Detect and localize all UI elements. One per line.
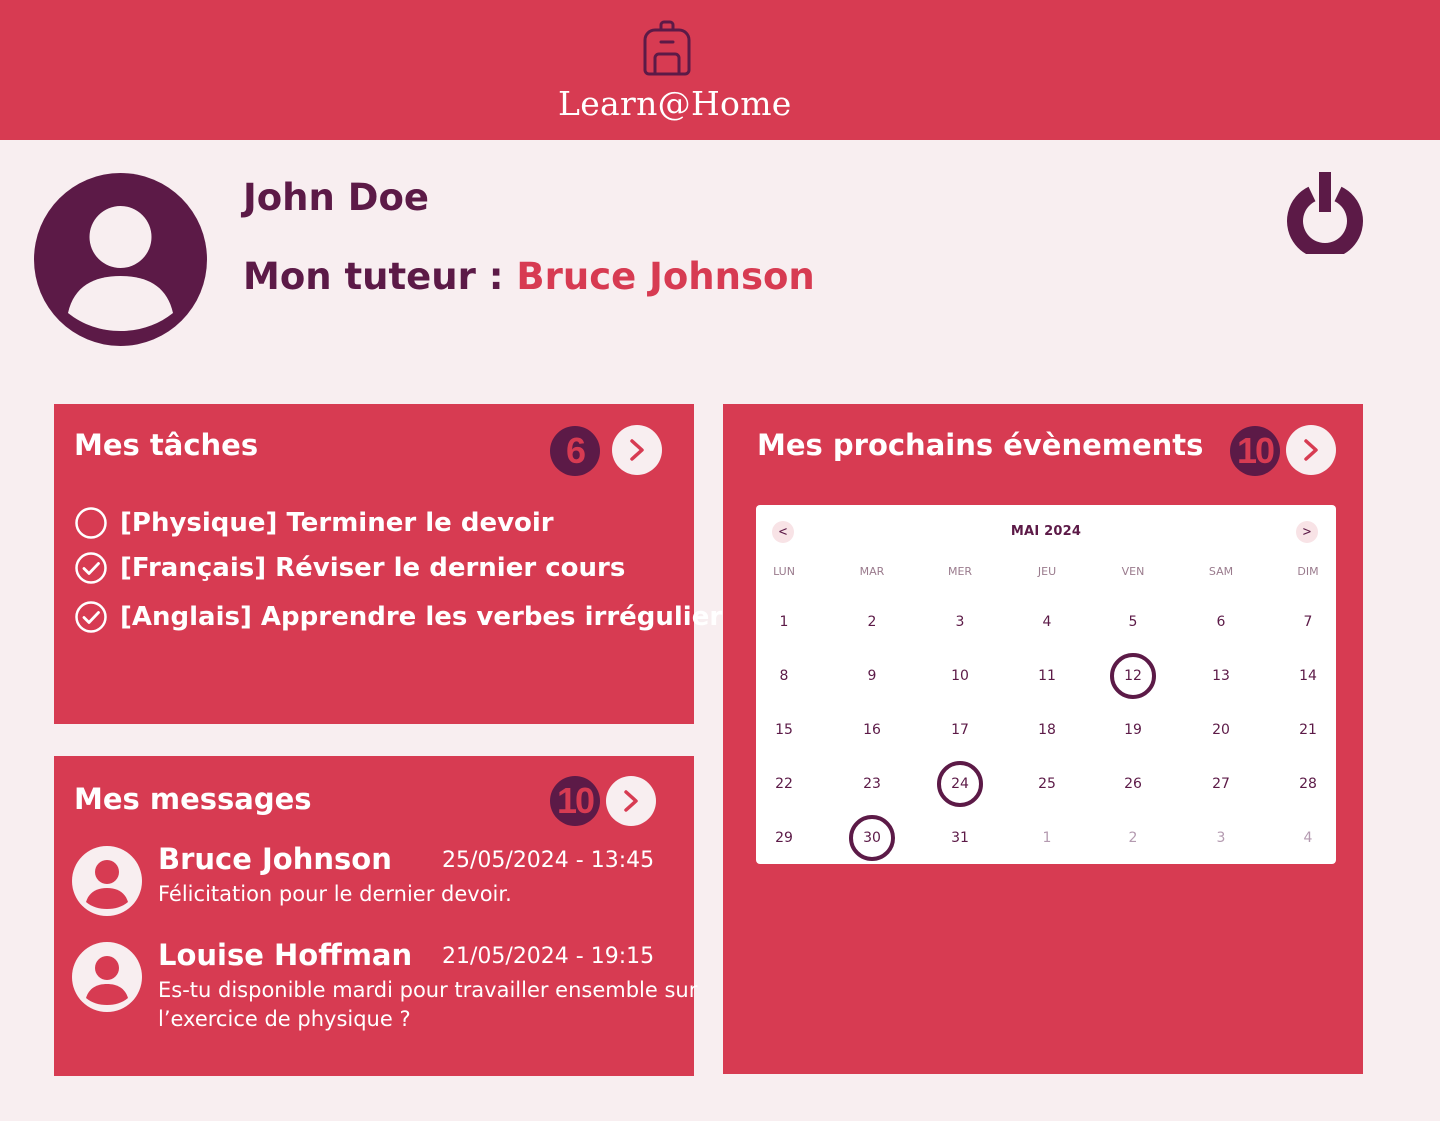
tutor-line: Mon tuteur : Bruce Johnson [243, 255, 815, 298]
events-open-button[interactable] [1286, 425, 1336, 475]
calendar-day[interactable]: 6 [1198, 599, 1244, 645]
calendar-day[interactable]: 23 [849, 761, 895, 807]
task-item: [Physique] Terminer le devoir [74, 503, 554, 543]
calendar-weekday-label: MER [947, 565, 973, 578]
calendar-day[interactable]: 4 [1024, 599, 1070, 645]
calendar-weekday-label: VEN [1121, 565, 1145, 578]
user-avatar-icon [72, 942, 142, 1012]
task-label: [Anglais] Apprendre les verbes irrégulie… [120, 602, 738, 632]
calendar-day[interactable]: 7 [1285, 599, 1331, 645]
events-title: Mes prochains évènements [757, 428, 1204, 462]
message-item[interactable]: Louise Hoffman 21/05/2024 - 19:15 Es-tu … [72, 938, 697, 1042]
task-label: [Français] Réviser le dernier cours [120, 553, 626, 583]
checked-circle-icon[interactable] [74, 600, 108, 634]
tasks-title: Mes tâches [74, 428, 259, 462]
calendar-day[interactable]: 22 [761, 761, 807, 807]
calendar-weekday-label: MAR [859, 565, 885, 578]
calendar-day[interactable]: 3 [937, 599, 983, 645]
message-preview: Félicitation pour le dernier devoir. [158, 882, 512, 906]
messages-open-button[interactable] [606, 776, 656, 826]
tasks-card: Mes tâches 6 [Physique] Terminer le devo… [54, 404, 738, 724]
calendar-day[interactable]: 26 [1110, 761, 1156, 807]
task-item: [Français] Réviser le dernier cours [74, 548, 625, 588]
calendar-weekday-label: DIM [1297, 565, 1319, 578]
calendar-weekday-label: SAM [1208, 565, 1234, 578]
events-count-badge: 10 [1230, 426, 1280, 476]
calendar-day[interactable]: 19 [1110, 707, 1156, 753]
chevron-right-icon [630, 439, 644, 461]
calendar-day[interactable]: 1 [761, 599, 807, 645]
message-preview: Es-tu disponible mardi pour travailler e… [158, 978, 698, 1031]
tutor-label: Mon tuteur : [243, 255, 517, 298]
calendar-day[interactable]: 2 [1110, 815, 1156, 861]
calendar-day[interactable]: 8 [761, 653, 807, 699]
app-header: Learn@Home [0, 0, 1440, 140]
calendar-day[interactable]: 20 [1198, 707, 1244, 753]
calendar-event-day[interactable]: 30 [849, 815, 895, 861]
tasks-count-badge: 6 [550, 426, 600, 476]
user-name: John Doe [243, 176, 429, 219]
task-label: [Physique] Terminer le devoir [120, 508, 554, 538]
chevron-right-icon [1304, 439, 1318, 461]
message-date: 25/05/2024 - 13:45 [442, 848, 655, 873]
message-item[interactable]: Bruce Johnson 25/05/2024 - 13:45 Félicit… [72, 842, 692, 926]
messages-count-badge: 10 [550, 776, 600, 826]
calendar-day[interactable]: 13 [1198, 653, 1244, 699]
checked-circle-icon[interactable] [74, 551, 108, 585]
calendar-event-day[interactable]: 24 [937, 761, 983, 807]
calendar-day[interactable]: 31 [937, 815, 983, 861]
message-sender: Louise Hoffman [158, 938, 413, 972]
calendar-day[interactable]: 18 [1024, 707, 1070, 753]
calendar-month-label: MAI 2024 [1010, 524, 1082, 539]
calendar-day[interactable]: 27 [1198, 761, 1244, 807]
calendar-day[interactable]: 15 [761, 707, 807, 753]
calendar-next-button[interactable]: > [1296, 521, 1318, 543]
calendar-day[interactable]: 3 [1198, 815, 1244, 861]
calendar-day[interactable]: 2 [849, 599, 895, 645]
calendar-day[interactable]: 21 [1285, 707, 1331, 753]
power-icon[interactable] [1286, 172, 1364, 254]
calendar-day[interactable]: 4 [1285, 815, 1331, 861]
backpack-icon [643, 20, 691, 76]
calendar-day[interactable]: 25 [1024, 761, 1070, 807]
message-date: 21/05/2024 - 19:15 [442, 944, 655, 969]
messages-title: Mes messages [74, 782, 312, 816]
calendar-day[interactable]: 16 [849, 707, 895, 753]
calendar-day[interactable]: 14 [1285, 653, 1331, 699]
calendar-day[interactable]: 11 [1024, 653, 1070, 699]
calendar-day[interactable]: 28 [1285, 761, 1331, 807]
calendar-day[interactable]: 29 [761, 815, 807, 861]
tutor-name[interactable]: Bruce Johnson [516, 255, 814, 298]
calendar-day[interactable]: 1 [1024, 815, 1070, 861]
task-item: [Anglais] Apprendre les verbes irrégulie… [74, 597, 738, 637]
calendar-day[interactable]: 9 [849, 653, 895, 699]
tasks-open-button[interactable] [612, 425, 662, 475]
events-calendar: < MAI 2024 > LUN MAR MER JEU VEN SAM DIM 1 2 3 4 5 6… [756, 505, 1336, 864]
chevron-right-icon [624, 790, 638, 812]
message-sender: Bruce Johnson [158, 842, 392, 876]
calendar-day[interactable]: 10 [937, 653, 983, 699]
events-card: Mes prochains évènements 10 < MAI 2024 >… [723, 404, 1363, 1074]
user-avatar-icon [34, 173, 207, 346]
calendar-event-day[interactable]: 12 [1110, 653, 1156, 699]
user-avatar-icon [72, 846, 142, 916]
calendar-day[interactable]: 5 [1110, 599, 1156, 645]
app-logo-text: Learn@Home [558, 84, 792, 123]
calendar-day[interactable]: 17 [937, 707, 983, 753]
messages-card: Mes messages 10 Bruce Johnson 25/05/2024… [54, 756, 697, 1076]
calendar-weekday-label: JEU [1037, 565, 1057, 578]
calendar-weekday-label: LUN [773, 565, 795, 578]
unchecked-circle-icon[interactable] [74, 506, 108, 540]
